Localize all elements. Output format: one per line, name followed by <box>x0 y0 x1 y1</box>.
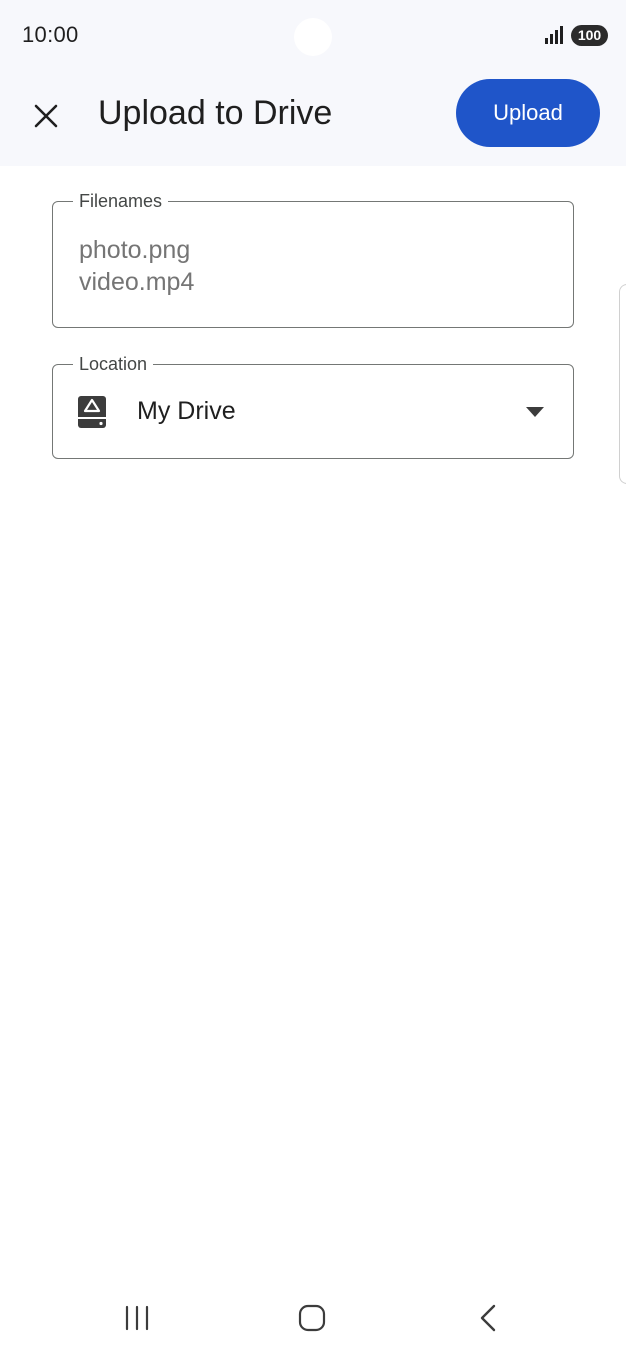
close-button[interactable] <box>22 92 70 140</box>
filenames-label: Filenames <box>73 190 169 212</box>
filename-item: photo.png <box>79 236 191 264</box>
home-button[interactable] <box>282 1298 342 1338</box>
filename-item: video.mp4 <box>79 268 195 296</box>
back-icon <box>480 1304 496 1332</box>
app-bar: Upload to Drive Upload <box>0 70 626 166</box>
filenames-field[interactable]: Filenames photo.png video.mp4 <box>52 190 574 328</box>
location-value: My Drive <box>137 397 236 425</box>
recents-icon <box>125 1305 149 1331</box>
battery-icon: 100 <box>571 25 608 46</box>
location-dropdown[interactable]: Location My Drive <box>52 353 574 459</box>
upload-button[interactable]: Upload <box>456 79 600 147</box>
home-icon <box>298 1304 326 1332</box>
edge-panel-handle[interactable] <box>619 284 626 484</box>
location-label: Location <box>73 353 154 375</box>
status-time: 10:00 <box>22 22 79 47</box>
upload-to-drive-screen: 10:00 100 Upload to Drive Upload Filenam… <box>0 0 626 1358</box>
navigation-bar <box>0 1278 626 1358</box>
my-drive-icon <box>78 396 106 428</box>
dropdown-arrow-icon <box>526 407 544 417</box>
signal-bars-icon <box>545 26 563 44</box>
back-button[interactable] <box>458 1298 518 1338</box>
filenames-list: photo.png video.mp4 <box>79 234 194 298</box>
camera-cutout <box>294 18 332 56</box>
recents-button[interactable] <box>107 1298 167 1338</box>
page-title: Upload to Drive <box>98 94 333 132</box>
top-area: 10:00 100 Upload to Drive Upload <box>0 0 626 166</box>
status-bar: 10:00 100 <box>0 0 626 70</box>
close-icon <box>34 104 58 128</box>
